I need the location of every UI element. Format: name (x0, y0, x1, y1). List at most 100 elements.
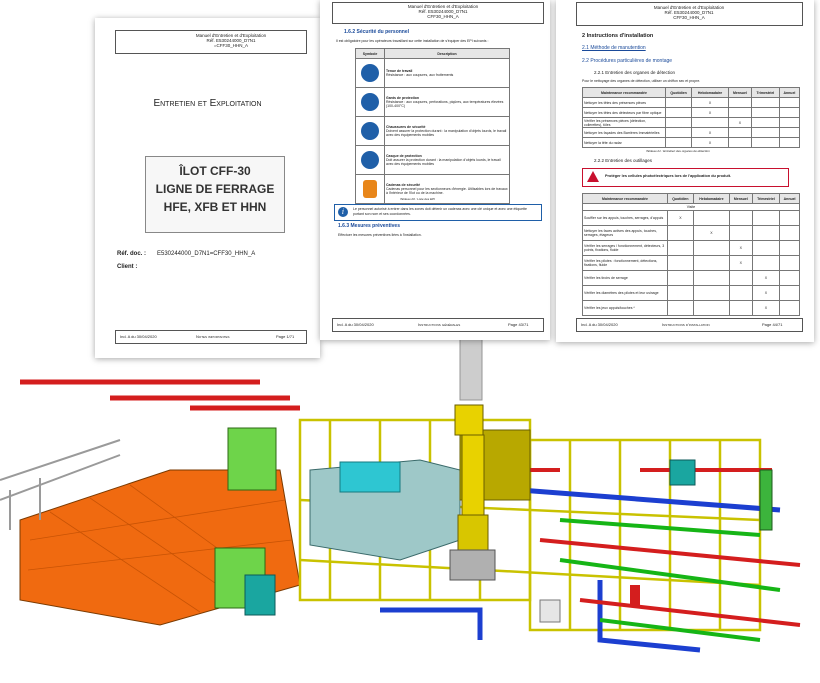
detection-table: Maintenance recommandée Quotidien Hebdom… (582, 87, 801, 148)
t2-cell (692, 240, 731, 256)
t2-cell: Vérifier les jeux appuis/touches * (582, 300, 668, 316)
t1-cell: X (691, 137, 729, 148)
t2-cell (667, 300, 694, 316)
t1-cell (727, 127, 752, 138)
t2-cell (667, 270, 694, 286)
cover-title-line-1: ÎLOT CFF-30 (179, 164, 251, 178)
ppe-row-body: Doit assurer la protection durant : la m… (386, 158, 501, 166)
helmet-icon (361, 150, 379, 169)
t2-cell (751, 240, 781, 256)
t2-cell: Vérifier les serrages / fonctionnement, … (582, 240, 668, 256)
t1-cell (664, 127, 693, 138)
cover-ref-value: E530244000_D7N1=CFF30_HHN_A (157, 251, 256, 257)
ppe-section-heading: 1.6.2 Sécurité du personnel (344, 29, 410, 35)
t1-cell (691, 117, 729, 128)
inst-footer-right: Page 44/71 (762, 322, 783, 327)
cover-ref-label: Réf. doc. : (117, 251, 147, 257)
table-row: Vérifier les tiroirs de serrage X (582, 270, 800, 286)
ppe-row: Casque de protection Doit assurer la prot… (355, 145, 510, 175)
ppe-col-symbol: Symbole (355, 48, 385, 59)
inst-h1: 2 Instructions d'installation (582, 33, 654, 39)
t2-cell (779, 300, 800, 316)
ppe-info-box: i Le personnel autorisé à entrer dans le… (334, 204, 542, 221)
inst-header-text: Manuel d'Entretien et d'Exploitation Réf… (653, 5, 725, 20)
t1-cell: Nettoyer les têtes des détecteurs par fi… (582, 107, 666, 118)
red-beams (20, 379, 300, 411)
ppe-caption: Tableau 20 : Liste des EPI (400, 197, 435, 201)
table-row: Vérifier les pilotes : fonctionnement, d… (582, 255, 800, 271)
cover-footer-left: Ind. A du 30/04/2020 (120, 334, 157, 339)
inst-h3a: 2.2.1 Entretien des organes de détection (594, 70, 676, 75)
t2-cell (729, 270, 753, 286)
t2-h5: Annuel (779, 193, 800, 204)
t2-cell (779, 285, 800, 301)
t2-cell (729, 225, 753, 241)
cover-footer-mid: Notes importantes (196, 334, 230, 339)
t2-cell (729, 300, 753, 316)
t2-h1: Quotidien (667, 193, 694, 204)
ppe-col-desc: Description (384, 48, 510, 59)
t1-cell (778, 117, 801, 128)
t2-cell: X (751, 270, 781, 286)
t1-cell (750, 97, 780, 108)
inst-footer-left: Ind. A du 30/04/2020 (581, 322, 618, 327)
device-2 (539, 599, 561, 623)
ppe-footer-left: Ind. A du 30/04/2020 (337, 322, 374, 327)
t1-cell (664, 107, 693, 118)
t2-cell (751, 210, 781, 226)
safety-shoes-icon (361, 121, 379, 140)
t1-cell (664, 97, 693, 108)
t2-cell: X (729, 240, 753, 256)
inst-warning-text: Protéger les cellules photoélectriques l… (605, 174, 732, 178)
t1-h4: Trimestriel (750, 87, 780, 98)
table-row: Nettoyer les têtes des présences pièces X (582, 97, 801, 108)
table-row: Vérifier les jeux appuis/touches * X (582, 300, 800, 316)
t2-cell (667, 240, 694, 256)
t1-cell (664, 137, 693, 148)
inst-h3b: 2.2.2 Entretien des outillages (594, 158, 653, 163)
t2-cell (667, 225, 694, 241)
t2-cell (692, 270, 731, 286)
t1-cell (727, 137, 752, 148)
t2-cell (692, 210, 731, 226)
padlock-icon (363, 179, 377, 198)
t2-cell (779, 270, 800, 286)
t2-h3: Mensuel (729, 193, 753, 204)
t1-h3: Mensuel (727, 87, 752, 98)
ppe-row: Tenue de travail Résistance : aux coupure… (355, 58, 510, 88)
cover-title-box: ÎLOT CFF-30 LIGNE DE FERRAGE HFE, XFB ET… (145, 156, 285, 233)
ppe-footer-mid: Instructions générales (418, 322, 461, 327)
info-icon: i (338, 207, 348, 217)
cover-section-title: Entretien et Exploitation (153, 98, 262, 109)
t2-cell (729, 285, 753, 301)
t1-cell: Nettoyer les têtes des présences pièces (582, 97, 666, 108)
t1-h1: Quotidien (664, 87, 693, 98)
t2-cell: X (667, 210, 694, 226)
inst-p1: Pour le nettoyage des organes de détecti… (582, 79, 701, 83)
table-row: Vérifier les diamètres des pilotes et le… (582, 285, 800, 301)
t1-cell (750, 107, 780, 118)
table-row: Nettoyer la tête du radar X (582, 137, 801, 148)
table-row: Souffler sur les appuis, touches, serrag… (582, 210, 800, 226)
t2-cell (779, 240, 800, 256)
ppe-intro: Il est obligatoire pour les opérateurs t… (336, 39, 489, 43)
t2-cell (779, 210, 800, 226)
t1-cell (664, 117, 693, 128)
ppe-row-body: Cadenas personnel pour les sectionneurs … (386, 187, 508, 195)
gloves-icon (361, 92, 379, 111)
t2-group: Visite (582, 203, 800, 211)
t1-cell (778, 137, 801, 148)
t2-cell (729, 210, 753, 226)
t1-cell: Nettoyer les façades des Barrières Immat… (582, 127, 666, 138)
ppe-row-body: Résistance : aux coupures, perforations,… (386, 100, 504, 108)
red-box (630, 585, 640, 607)
cover-title-line-2: LIGNE DE FERRAGE (155, 182, 275, 196)
t1-cell: X (691, 127, 729, 138)
ppe-row-body: Résistance : aux coupures, aux frottemen… (386, 73, 454, 77)
t2-cell: Vérifier les diamètres des pilotes et le… (582, 285, 668, 301)
device-1 (669, 459, 696, 486)
t1-cell (778, 107, 801, 118)
t2-cell: X (751, 285, 781, 301)
t2-cell: Souffler sur les appuis, touches, serrag… (582, 210, 668, 226)
inst-warning-box: Protéger les cellules photoélectriques l… (582, 168, 789, 187)
